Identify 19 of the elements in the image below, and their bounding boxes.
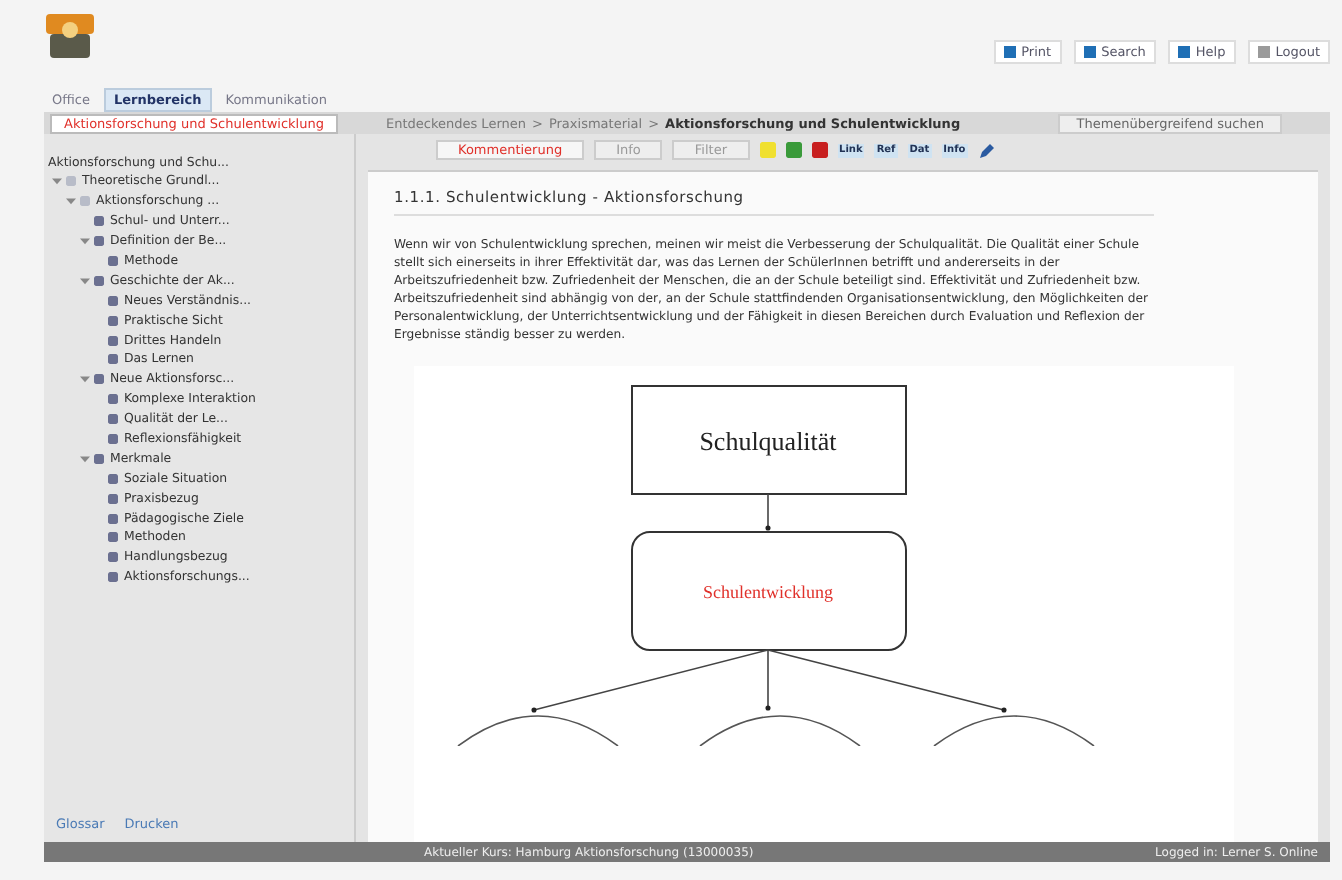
collapse-icon[interactable] (80, 453, 90, 464)
collapse-icon[interactable] (80, 275, 90, 286)
page-icon (108, 256, 118, 266)
marker-icon[interactable] (759, 142, 776, 158)
diagram-label: Schulentwicklung (703, 581, 833, 602)
folder-icon (94, 374, 104, 385)
folder-icon (94, 236, 104, 247)
diagram-label: Schulqualität (699, 425, 837, 456)
folder-icon (94, 453, 104, 464)
marker-icon[interactable] (785, 142, 802, 158)
page-icon (94, 216, 104, 227)
marker-icon[interactable] (811, 142, 828, 158)
pen-icon[interactable] (977, 141, 996, 159)
collapse-icon[interactable] (80, 236, 90, 247)
folder-icon (94, 275, 104, 286)
collapse-icon[interactable] (66, 196, 76, 207)
collapse-icon[interactable] (80, 374, 90, 385)
collapse-icon[interactable] (52, 176, 62, 187)
logo-icon (44, 12, 96, 64)
